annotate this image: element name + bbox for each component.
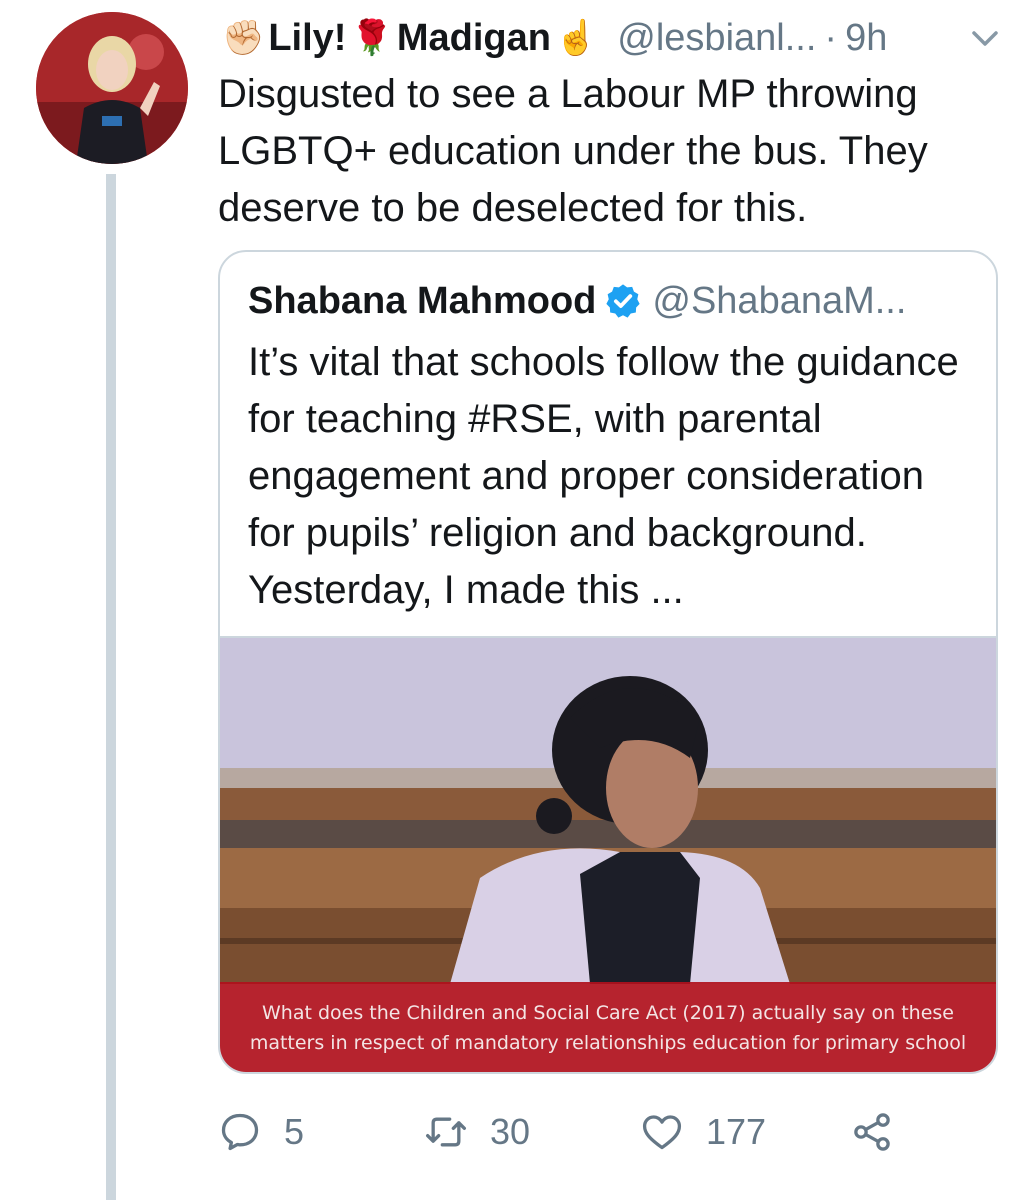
caret-down-icon[interactable] [968,22,1002,56]
author-name-part1: Lily! [268,16,347,59]
video-caption: What does the Children and Social Care A… [220,982,996,1072]
share-icon [854,1113,890,1151]
quoted-tweet-header: Shabana Mahmood @ShabanaM... [248,276,906,326]
reply-icon [221,1113,259,1151]
thread-line [106,174,116,1200]
tweet-time[interactable]: 9h [845,17,887,60]
tweet-actions: 5 30 177 [218,1110,998,1160]
reply-count: 5 [284,1111,305,1152]
pointing-emoji: ☝️ [554,19,598,57]
quoted-author-name: Shabana Mahmood [248,279,597,322]
like-icon [642,1115,682,1150]
author-name-part2: Madigan [396,16,551,59]
quoted-tweet-text: It’s vital that schools follow the guida… [248,340,959,612]
video-caption-line1: What does the Children and Social Care A… [262,1002,954,1024]
tweet-text: Disgusted to see a Labour MP throwing LG… [218,72,928,230]
reply-button[interactable]: 5 [218,1110,304,1154]
author-name[interactable]: ✊🏻 Lily! 🌹 Madigan ☝️ [218,17,601,60]
tweet-header: ✊🏻 Lily! 🌹 Madigan ☝️ @lesbianl... · 9h [218,14,887,62]
share-button[interactable] [850,1110,916,1154]
retweet-button[interactable]: 30 [424,1110,530,1154]
verified-badge-icon [606,284,640,318]
separator-dot: · [824,16,838,59]
like-count: 177 [706,1111,767,1152]
author-handle[interactable]: @lesbianl... [617,17,816,60]
quoted-author-handle: @ShabanaM... [652,279,907,322]
retweet-icon [426,1117,466,1147]
fist-emoji: ✊🏻 [222,19,265,57]
author-avatar[interactable] [36,12,188,164]
avatar-image [36,12,188,164]
quoted-tweet[interactable]: Shabana Mahmood @ShabanaM... It’s vital … [218,250,998,1074]
video-caption-line2: matters in respect of mandatory relation… [249,1032,967,1054]
retweet-count: 30 [490,1111,531,1152]
like-button[interactable]: 177 [640,1110,766,1154]
rose-emoji: 🌹 [350,19,393,57]
quoted-video-thumbnail[interactable]: What does the Children and Social Care A… [220,636,996,1072]
